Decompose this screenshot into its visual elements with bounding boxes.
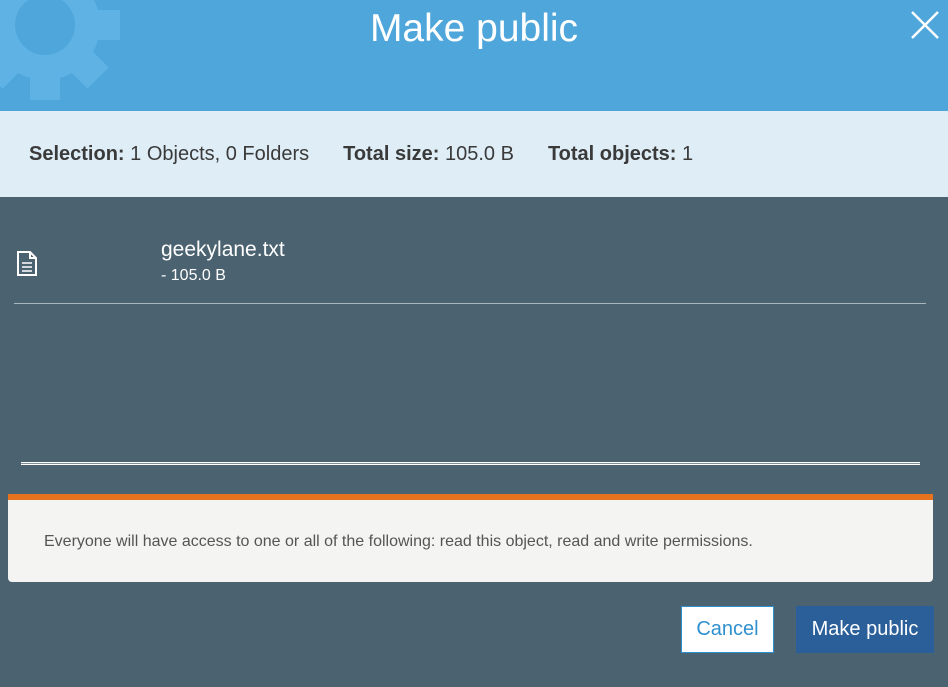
selection-value: 1 Objects, 0 Folders	[130, 142, 310, 165]
close-icon[interactable]	[906, 6, 944, 44]
file-size: - 105.0 B	[161, 267, 226, 284]
make-public-dialog: Make public Selection: 1 Objects, 0 Fold…	[0, 0, 948, 687]
total-size-value: 105.0 B	[444, 142, 514, 165]
file-name: geekylane.txt	[161, 238, 285, 261]
cancel-button[interactable]: Cancel	[681, 606, 774, 653]
total-objects-value: 1	[682, 142, 694, 165]
dialog-title: Make public	[369, 7, 579, 50]
total-objects-item: Total objects: 1	[548, 143, 693, 166]
total-size-label: Total size:	[343, 142, 440, 165]
file-list-item: geekylane.txt - 105.0 B	[14, 226, 926, 304]
divider	[21, 462, 920, 465]
total-objects-label: Total objects:	[547, 142, 677, 165]
selection-summary: Selection: 1 Objects, 0 Folders Total si…	[0, 111, 948, 197]
dialog-header: Make public	[0, 0, 948, 111]
file-icon	[17, 251, 37, 276]
warning-text: Everyone will have access to one or all …	[44, 533, 753, 550]
warning-alert: Everyone will have access to one or all …	[8, 494, 933, 582]
total-size-item: Total size: 105.0 B	[343, 143, 514, 166]
make-public-button[interactable]: Make public	[796, 606, 934, 653]
selection-label: Selection:	[29, 142, 125, 165]
selection-summary-item: Selection: 1 Objects, 0 Folders	[29, 143, 309, 166]
